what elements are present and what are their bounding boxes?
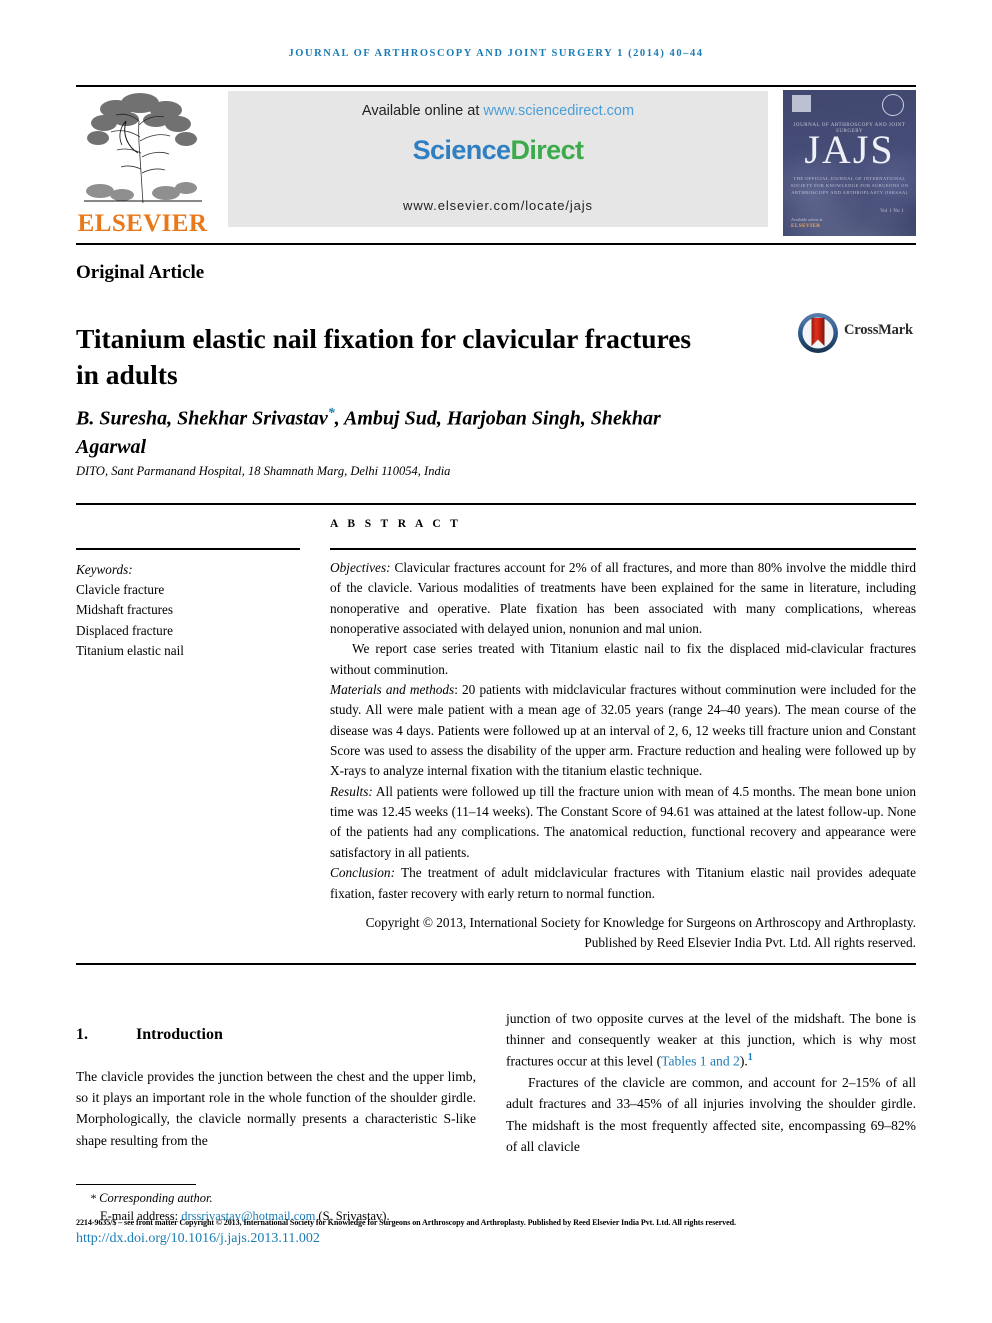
- abstract-materials: Materials and methods: 20 patients with …: [330, 680, 916, 782]
- abstract-results: Results: All patients were followed up t…: [330, 782, 916, 863]
- journal-cover-issue: Vol 1 No 1: [880, 209, 904, 214]
- abstract-rule: [330, 548, 916, 550]
- affiliation: DITO, Sant Parmanand Hospital, 18 Shamna…: [76, 464, 451, 478]
- journal-cover-subtitle: THE OFFICIAL JOURNAL OF INTERNATIONAL SO…: [790, 176, 909, 195]
- journal-cover-footer-label: Available online at: [791, 216, 823, 222]
- abstract-results-label: Results:: [330, 783, 373, 799]
- abstract-heading: A B S T R A C T: [330, 518, 462, 530]
- abstract-conclusion-label: Conclusion:: [330, 865, 396, 881]
- issn-copyright-line: 2214-9635/$ – see front matter Copyright…: [76, 1218, 736, 1227]
- section-title: Introduction: [136, 1026, 223, 1043]
- abstract-top-rule: [76, 503, 916, 505]
- paper-page: Journal of Arthroscopy and Joint Surgery…: [0, 0, 992, 1323]
- corresponding-author-note: * Corresponding author.: [76, 1189, 546, 1207]
- keyword-item: Midshaft fractures: [76, 602, 174, 618]
- elsevier-badge-icon: [792, 95, 811, 112]
- keyword-item: Displaced fracture: [76, 622, 174, 638]
- available-online-line: Available online at www.sciencedirect.co…: [228, 103, 768, 119]
- article-type-label: Original Article: [76, 262, 205, 283]
- keywords-list: Keywords: Clavicle fracture Midshaft fra…: [76, 560, 306, 661]
- author-list: B. Suresha, Shekhar Srivastav*, Ambuj Su…: [76, 404, 726, 461]
- right-paragraph-1-post: ).: [739, 1053, 748, 1069]
- tables-reference-link[interactable]: Tables 1 and 2: [661, 1054, 740, 1069]
- abstract-materials-label: Materials and methods: [330, 682, 455, 698]
- abstract-objectives-label: Objectives:: [330, 560, 391, 575]
- right-paragraph-2: Fractures of the clavicle are common, an…: [506, 1075, 916, 1154]
- journal-masthead: ELSEVIER Available online at www.science…: [76, 85, 916, 237]
- corresponding-author-marker: *: [327, 406, 335, 421]
- journal-locate-url[interactable]: www.elsevier.com/locate/jajs: [228, 198, 768, 213]
- page-title: Titanium elastic nail fixation for clavi…: [76, 323, 692, 390]
- crossmark-icon: [798, 313, 838, 353]
- journal-cover-image: JOURNAL OF ARTHROSCOPY AND JOINT SURGERY…: [783, 90, 916, 236]
- abstract-conclusion-body: The treatment of adult midclavicular fra…: [330, 865, 916, 901]
- body-column-right: junction of two opposite curves at the l…: [506, 1008, 916, 1157]
- keyword-item: Titanium elastic nail: [76, 642, 184, 658]
- abstract-objectives: Objectives: Clavicular fractures account…: [330, 558, 916, 639]
- keywords-rule: [76, 548, 300, 550]
- abstract-objectives-body: Clavicular fractures account for 2% of a…: [330, 560, 916, 637]
- section-heading-introduction: 1. Introduction: [76, 1026, 476, 1044]
- intro-paragraph: The clavicle provides the junction betwe…: [76, 1069, 476, 1148]
- abstract-copyright: Copyright © 2013, International Society …: [365, 914, 916, 951]
- abstract-bottom-rule: [76, 963, 916, 965]
- sciencedirect-word-science: Science: [412, 135, 511, 165]
- elsevier-logo: ELSEVIER: [76, 91, 209, 236]
- crossmark-label: CrossMark: [844, 322, 913, 338]
- corresponding-author-label: Corresponding author.: [99, 1191, 213, 1205]
- journal-cover-badges: [789, 94, 910, 116]
- doi-link[interactable]: http://dx.doi.org/10.1016/j.jajs.2013.11…: [76, 1231, 320, 1247]
- keywords-heading: Keywords:: [76, 562, 133, 577]
- crossmark-badge[interactable]: CrossMark: [796, 311, 913, 355]
- elsevier-tree-icon: [82, 91, 204, 204]
- journal-cover-footer: Available online at ELSEVIER: [791, 217, 823, 231]
- abstract-results-body: All patients were followed up till the f…: [330, 783, 916, 860]
- masthead-bottom-rule: [76, 243, 916, 245]
- abstract-text: Objectives: Clavicular fractures account…: [330, 558, 916, 954]
- citation-superscript[interactable]: 1: [748, 1052, 753, 1063]
- masthead-top-rule: [76, 85, 916, 87]
- available-online-label: Available online at: [361, 103, 484, 119]
- journal-cover-acronym: JAJS: [804, 127, 895, 172]
- footnote-star: *: [90, 1191, 96, 1205]
- authors-part-1: B. Suresha, Shekhar Srivastav: [76, 407, 328, 430]
- running-head: Journal of Arthroscopy and Joint Surgery…: [288, 48, 704, 59]
- sciencedirect-banner: Available online at www.sciencedirect.co…: [228, 91, 768, 227]
- sciencedirect-wordmark: ScienceDirect: [228, 135, 768, 166]
- section-number: 1.: [76, 1026, 88, 1043]
- sciencedirect-url[interactable]: www.sciencedirect.com: [483, 103, 634, 119]
- abstract-report: We report case series treated with Titan…: [330, 641, 916, 677]
- right-paragraph-1: junction of two opposite curves at the l…: [506, 1008, 916, 1072]
- body-column-left: 1. Introduction The clavicle provides the…: [76, 1008, 476, 1151]
- society-badge-icon: [882, 94, 904, 116]
- journal-cover-footer-publisher: ELSEVIER: [791, 223, 821, 230]
- keyword-item: Clavicle fracture: [76, 582, 165, 598]
- elsevier-wordmark: ELSEVIER: [77, 210, 208, 237]
- footnote-rule: [76, 1184, 196, 1186]
- abstract-conclusion: Conclusion: The treatment of adult midcl…: [330, 863, 916, 904]
- sciencedirect-word-direct: Direct: [510, 135, 584, 165]
